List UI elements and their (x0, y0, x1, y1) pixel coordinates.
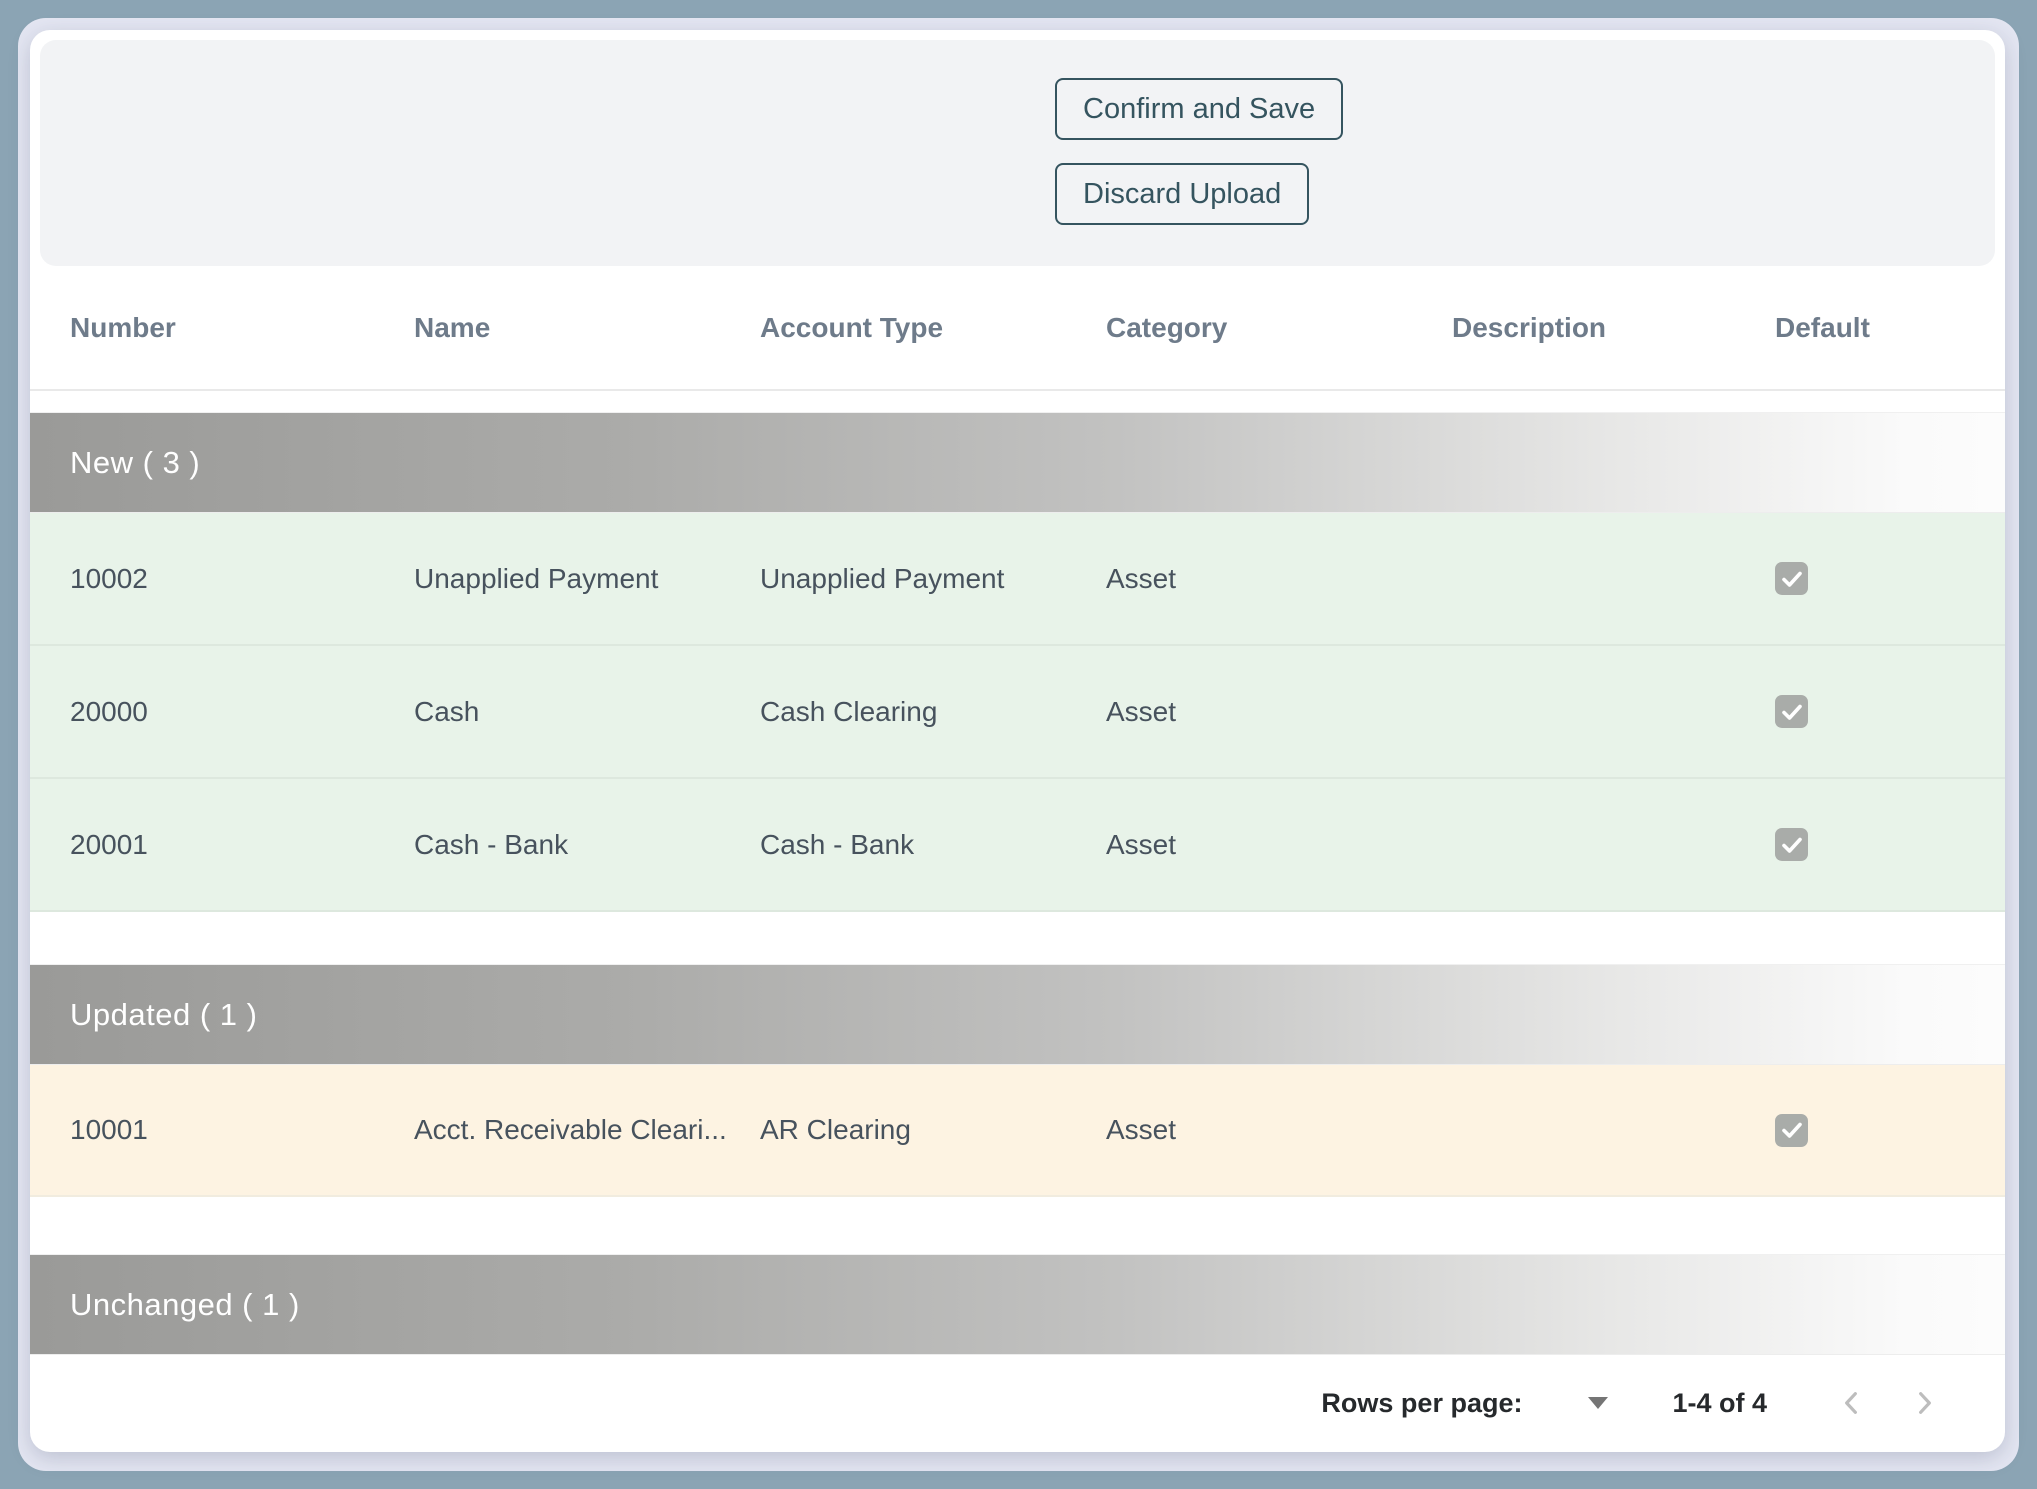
column-header-category: Category (1106, 312, 1452, 344)
section-header-new: New ( 3 ) (30, 412, 2005, 513)
pagination-range: 1-4 of 4 (1672, 1388, 1767, 1419)
chevron-left-icon (1836, 1387, 1868, 1419)
cell-number: 20000 (70, 696, 414, 728)
column-header-default: Default (1775, 312, 2005, 344)
screen: { "actions": { "confirm_label": "Confirm… (0, 0, 2037, 1489)
cell-account-type: Unapplied Payment (760, 563, 1106, 595)
previous-page-button[interactable] (1829, 1380, 1875, 1426)
pagination-bar: Rows per page: 1-4 of 4 (30, 1354, 2005, 1452)
window-frame: Confirm and Save Discard Upload Number N… (18, 18, 2019, 1471)
section-header-unchanged: Unchanged ( 1 ) (30, 1254, 2005, 1355)
check-icon (1780, 833, 1804, 857)
section-label: New ( 3 ) (70, 445, 200, 481)
table-row: 20000 Cash Cash Clearing Asset (30, 646, 2005, 779)
table-row: 10001 Acct. Receivable Cleari... AR Clea… (30, 1065, 2005, 1197)
table-row: 20001 Cash - Bank Cash - Bank Asset (30, 779, 2005, 912)
discard-upload-button[interactable]: Discard Upload (1055, 163, 1309, 225)
cell-category: Asset (1106, 829, 1452, 861)
column-header-account-type: Account Type (760, 312, 1106, 344)
confirm-and-save-button[interactable]: Confirm and Save (1055, 78, 1343, 140)
cell-account-type: Cash Clearing (760, 696, 1106, 728)
rows-per-page-select[interactable] (1588, 1397, 1608, 1409)
section-label: Updated ( 1 ) (70, 997, 257, 1033)
cell-category: Asset (1106, 696, 1452, 728)
column-header-name: Name (414, 312, 760, 344)
cell-number: 20001 (70, 829, 414, 861)
table-header-row: Number Name Account Type Category Descri… (30, 266, 2005, 391)
section-header-updated: Updated ( 1 ) (30, 964, 2005, 1065)
cell-name: Cash (414, 696, 760, 728)
table-spacer (30, 391, 2005, 412)
cell-account-type: AR Clearing (760, 1114, 1106, 1146)
cell-name: Unapplied Payment (414, 563, 760, 595)
cell-name: Acct. Receivable Cleari... (414, 1114, 760, 1146)
cell-number: 10001 (70, 1114, 414, 1146)
cell-account-type: Cash - Bank (760, 829, 1106, 861)
check-icon (1780, 700, 1804, 724)
check-icon (1780, 1118, 1804, 1142)
default-checkbox[interactable] (1775, 562, 1808, 595)
column-header-number: Number (70, 312, 414, 344)
content-card: Confirm and Save Discard Upload Number N… (30, 30, 2005, 1452)
column-header-description: Description (1452, 312, 1775, 344)
table-row: 10002 Unapplied Payment Unapplied Paymen… (30, 513, 2005, 646)
table-spacer (30, 912, 2005, 964)
cell-name: Cash - Bank (414, 829, 760, 861)
accounts-table: Number Name Account Type Category Descri… (30, 266, 2005, 1355)
default-checkbox[interactable] (1775, 1114, 1808, 1147)
default-checkbox[interactable] (1775, 828, 1808, 861)
action-panel: Confirm and Save Discard Upload (40, 40, 1995, 266)
chevron-right-icon (1908, 1387, 1940, 1419)
default-checkbox[interactable] (1775, 695, 1808, 728)
next-page-button[interactable] (1901, 1380, 1947, 1426)
section-label: Unchanged ( 1 ) (70, 1287, 300, 1323)
check-icon (1780, 567, 1804, 591)
cell-category: Asset (1106, 563, 1452, 595)
cell-category: Asset (1106, 1114, 1452, 1146)
cell-number: 10002 (70, 563, 414, 595)
rows-per-page-label: Rows per page: (1321, 1388, 1522, 1419)
table-spacer (30, 1197, 2005, 1254)
